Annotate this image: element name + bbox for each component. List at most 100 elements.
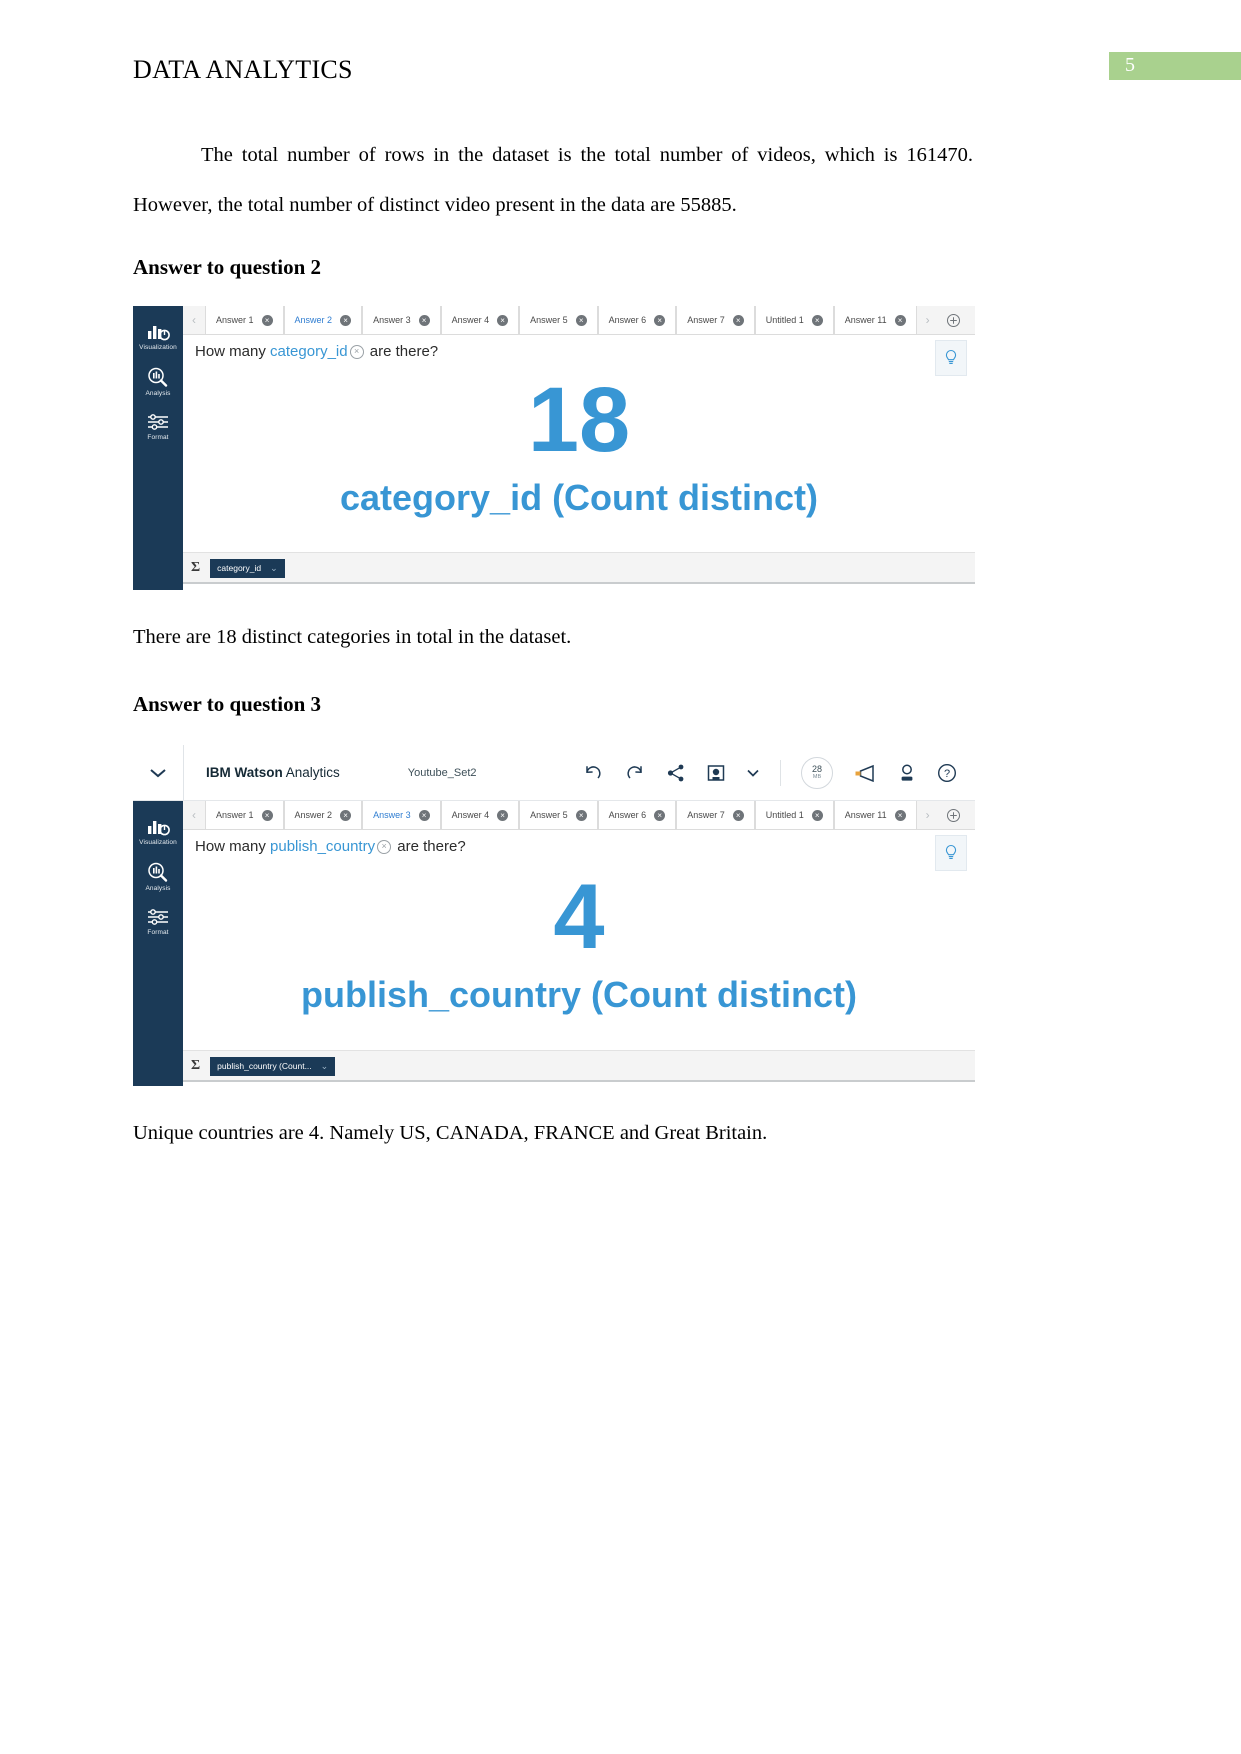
field-tray: Σ category_id ⌄ — [183, 552, 975, 584]
answer-tab[interactable]: Answer 7 × — [676, 801, 755, 829]
big-number-value: 18 — [527, 369, 631, 471]
question-bar[interactable]: How many category_id × are there? — [183, 335, 975, 376]
page-number-value: 5 — [1125, 54, 1135, 76]
save-icon[interactable] — [706, 763, 726, 783]
remove-field-icon[interactable]: × — [377, 840, 392, 854]
answer-tab-strip[interactable]: ‹ Answer 1 × Answer 2 × Answer 3 × Answer 4 × An… — [183, 801, 975, 830]
answer-tab[interactable]: Answer 6 × — [597, 306, 677, 334]
close-tab-icon[interactable]: × — [654, 809, 666, 821]
count-distinct-visualization: 4 publish_country (Count distinct) — [183, 859, 975, 1050]
close-tab-icon[interactable]: × — [654, 314, 666, 326]
answer-tab[interactable]: Answer 2 × — [283, 306, 363, 334]
redo-icon[interactable] — [624, 763, 646, 783]
answer-tab[interactable]: Answer 1 × — [205, 306, 284, 334]
add-tab-button[interactable] — [938, 801, 969, 829]
close-tab-icon[interactable]: × — [497, 809, 509, 821]
answer-tab-label: Answer 1 — [216, 315, 254, 325]
chevron-left-icon[interactable]: ‹ — [183, 306, 205, 334]
answer-tab-label: Answer 7 — [687, 315, 725, 325]
chevron-left-icon[interactable]: ‹ — [183, 801, 205, 829]
sidebar-item-visualization-label: Visualization — [139, 839, 177, 846]
megaphone-icon[interactable] — [853, 764, 877, 782]
answer-tab-label: Answer 6 — [608, 810, 647, 820]
toolbar-caret-down-icon[interactable] — [133, 767, 183, 779]
help-icon[interactable]: ? — [937, 763, 957, 783]
answer-tab[interactable]: Untitled 1 × — [754, 801, 834, 829]
sidebar-item-analysis[interactable]: Analysis — [133, 855, 183, 901]
answer-tab[interactable]: Answer 6 × — [597, 801, 677, 829]
storage-size-unit: MB — [812, 773, 822, 780]
close-tab-icon[interactable]: × — [497, 314, 509, 326]
answer-tab[interactable]: Answer 4 × — [440, 306, 520, 334]
answer-tab-label: Answer 11 — [844, 315, 887, 325]
question-field-token[interactable]: category_id — [270, 343, 348, 360]
close-tab-icon[interactable]: × — [732, 314, 744, 326]
app-brand-bold: IBM Watson — [206, 765, 283, 780]
answer-tab-label: Answer 4 — [451, 810, 490, 820]
close-tab-icon[interactable]: × — [811, 809, 823, 821]
big-number-label: publish_country (Count distinct) — [301, 974, 857, 1015]
answer-tab-label: Untitled 1 — [765, 810, 804, 820]
app-body: Visualization Analysis Format ‹ Answer 1… — [133, 306, 975, 590]
sidebar-item-visualization[interactable]: Visualization — [133, 811, 183, 855]
close-tab-icon[interactable]: × — [418, 314, 430, 326]
question-bar[interactable]: How many publish_country × are there? — [183, 830, 975, 871]
dataset-name: Youtube_Set2 — [407, 766, 477, 779]
app-main-panel: ‹ Answer 1 × Answer 2 × Answer 3 × Answer 4 × An… — [183, 801, 975, 1086]
answer-tab[interactable]: Answer 11 × — [833, 306, 917, 334]
close-tab-icon[interactable]: × — [732, 809, 744, 821]
question-prefix: How many — [195, 838, 266, 855]
user-icon[interactable] — [897, 763, 917, 783]
chevron-down-icon[interactable]: ⌄ — [270, 563, 278, 574]
answer-tab[interactable]: Answer 3 × — [362, 306, 441, 334]
storage-size-chip[interactable]: 28 MB — [801, 756, 833, 789]
screenshot-watson-category-id: Visualization Analysis Format ‹ Answer 1… — [133, 306, 975, 590]
field-tray: Σ publish_country (Count... ⌄ — [183, 1050, 975, 1082]
question-suffix: are there? — [397, 838, 466, 855]
answer-tab[interactable]: Answer 5 × — [519, 801, 598, 829]
sidebar-item-analysis[interactable]: Analysis — [133, 360, 183, 406]
close-tab-icon[interactable]: × — [340, 314, 352, 326]
sidebar-item-visualization[interactable]: Visualization — [133, 316, 183, 360]
share-icon[interactable] — [666, 763, 686, 783]
close-tab-icon[interactable]: × — [894, 314, 906, 326]
close-tab-icon[interactable]: × — [340, 809, 352, 821]
answer-tab[interactable]: Untitled 1 × — [754, 306, 834, 334]
add-tab-button[interactable] — [938, 306, 969, 334]
undo-icon[interactable] — [582, 763, 604, 783]
chevron-down-icon[interactable] — [746, 768, 760, 778]
close-tab-icon[interactable]: × — [894, 809, 906, 821]
answer-tab[interactable]: Answer 3 × — [362, 801, 441, 829]
sidebar-item-format[interactable]: Format — [133, 406, 183, 450]
app-sidebar: Visualization Analysis Format — [133, 306, 183, 590]
remove-field-icon[interactable]: × — [349, 345, 364, 359]
field-pill[interactable]: publish_country (Count... ⌄ — [210, 1056, 336, 1076]
app-main-panel: ‹ Answer 1 × Answer 2 × Answer 3 × Answer 4 × An… — [183, 306, 975, 590]
storage-size-value: 28 — [811, 763, 822, 774]
answer-tab[interactable]: Answer 1 × — [205, 801, 284, 829]
chevron-down-icon[interactable]: ⌄ — [321, 1061, 329, 1072]
close-tab-icon[interactable]: × — [811, 314, 823, 326]
close-tab-icon[interactable]: × — [261, 809, 273, 821]
answer-tab[interactable]: Answer 7 × — [676, 306, 755, 334]
answer-tab-label: Answer 3 — [373, 315, 411, 325]
close-tab-icon[interactable]: × — [418, 809, 430, 821]
answer-tab[interactable]: Answer 2 × — [283, 801, 363, 829]
answer-tab[interactable]: Answer 11 × — [833, 801, 917, 829]
toolbar-vertical-divider — [780, 759, 781, 786]
close-tab-icon[interactable]: × — [261, 314, 273, 326]
answer-tab-label: Untitled 1 — [765, 315, 804, 325]
answer-tab-strip[interactable]: ‹ Answer 1 × Answer 2 × Answer 3 × Answer 4 × An… — [183, 306, 975, 335]
chevron-right-icon[interactable]: › — [916, 801, 939, 829]
answer-tab[interactable]: Answer 4 × — [440, 801, 520, 829]
chevron-right-icon[interactable]: › — [916, 306, 939, 334]
close-tab-icon[interactable]: × — [575, 809, 587, 821]
sidebar-item-format[interactable]: Format — [133, 901, 183, 945]
answer-tab[interactable]: Answer 5 × — [519, 306, 598, 334]
question-field-token[interactable]: publish_country — [270, 838, 375, 855]
field-pill[interactable]: category_id ⌄ — [210, 558, 285, 578]
close-tab-icon[interactable]: × — [575, 314, 587, 326]
question-suffix: are there? — [369, 343, 439, 360]
answer-tab-label: Answer 1 — [216, 810, 254, 820]
app-body: Visualization Analysis Format ‹ Answer 1… — [133, 801, 975, 1086]
